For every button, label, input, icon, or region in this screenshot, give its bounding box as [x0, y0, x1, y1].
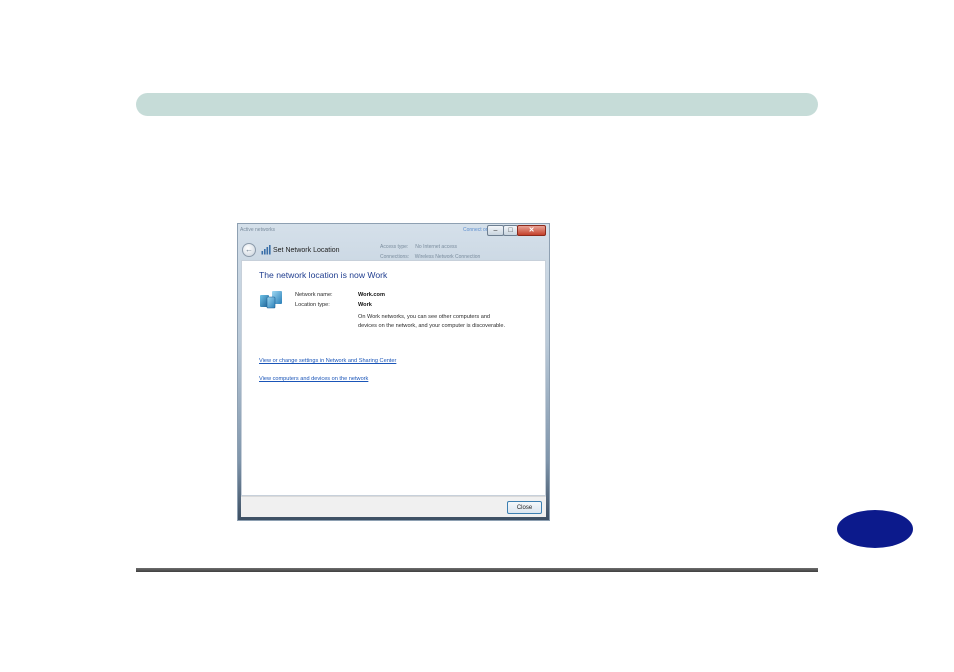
- dialog-title: Set Network Location: [273, 246, 340, 254]
- location-type-label: Location type:: [295, 302, 330, 308]
- view-computers-link[interactable]: View computers and devices on the networ…: [259, 376, 368, 382]
- page-footer-rule: [136, 568, 818, 572]
- set-network-location-window: Active networks Connect or disconnect Ac…: [237, 223, 550, 521]
- page-tab-marker: [837, 510, 913, 548]
- window-controls: – □ ✕: [487, 225, 546, 237]
- background-text: Access type: No Internet access: [380, 244, 457, 250]
- network-name-value: Work.com: [358, 292, 385, 298]
- location-description: On Work networks, you can see other comp…: [358, 314, 506, 329]
- dialog-content: The network location is now Work Network…: [241, 260, 546, 496]
- network-name-label: Network name:: [295, 292, 333, 298]
- background-text: Active networks: [240, 227, 276, 233]
- work-network-icon: [260, 291, 282, 309]
- back-arrow-icon[interactable]: ←: [242, 243, 256, 257]
- maximize-button[interactable]: □: [503, 225, 518, 236]
- network-sharing-center-link[interactable]: View or change settings in Network and S…: [259, 358, 396, 364]
- dialog-heading: The network location is now Work: [259, 270, 388, 280]
- minimize-button[interactable]: –: [487, 225, 504, 236]
- page-header-bar: [136, 93, 818, 116]
- close-button[interactable]: Close: [507, 501, 542, 514]
- location-type-value: Work: [358, 302, 372, 308]
- network-icon: [261, 245, 271, 255]
- dialog-footer: Close: [241, 496, 546, 517]
- window-close-button[interactable]: ✕: [517, 225, 546, 236]
- dialog-title-row: ← Set Network Location: [242, 241, 340, 259]
